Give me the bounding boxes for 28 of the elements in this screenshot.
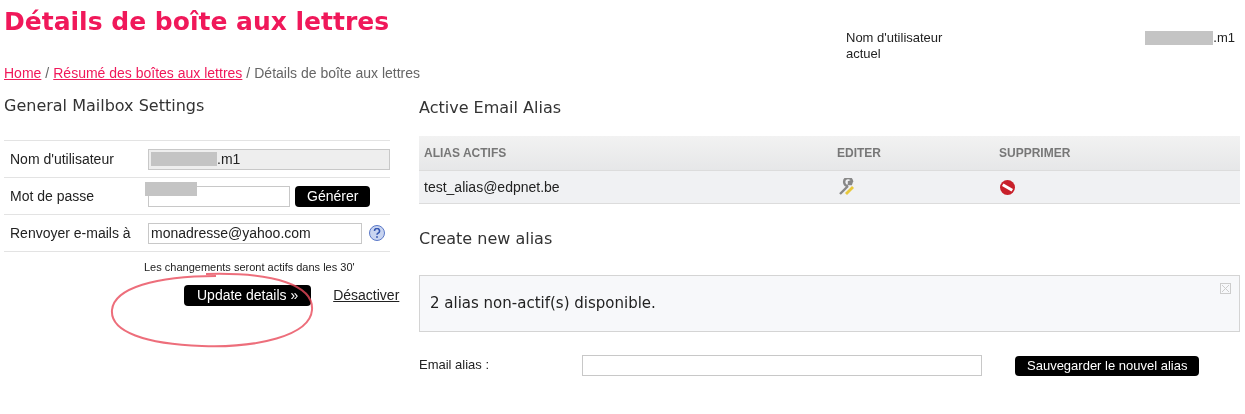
info-note: Les changements seront actifs dans les 30' [144,260,356,275]
field-label: Renvoyer e-mails à [10,223,132,243]
column-header: EDITER [837,145,882,162]
save-alias-button[interactable]: Sauvegarder le nouvel alias [1015,355,1200,376]
section-heading: General Mailbox Settings [4,95,206,117]
section-heading: Active Email Alias [419,97,563,119]
info-message: 2 alias non-actif(s) disponible. [430,293,656,315]
deactivate-link[interactable]: Désactiver [333,284,400,306]
breadcrumb-link[interactable]: Résumé des boîtes aux lettres [53,65,243,81]
input-field[interactable]: monadresse@yahoo.com [148,222,362,244]
field-label: Nom d'utilisateur [10,149,115,169]
field-value: .m1 [217,149,241,169]
field-label: Email alias : [419,356,491,374]
current-user-label: Nom d'utilisateur actuel [846,30,944,63]
field-value: monadresse@yahoo.com [151,223,311,243]
breadcrumb-separator: / [246,65,251,81]
section-heading: Create new alias [419,228,554,250]
column-header: SUPPRIMER [999,145,1072,162]
table-cell-text: test_alias@edpnet.be [423,177,561,197]
current-user-value: .m1 [1213,29,1235,48]
update-details-button[interactable]: Update details » [184,284,312,306]
breadcrumb-separator: / [45,65,50,81]
breadcrumb-current: Détails de boîte aux lettres [254,65,420,81]
page-title: Détails de boîte aux lettres [4,7,391,37]
field-label: Mot de passe [10,186,96,206]
column-header: ALIAS ACTIFS [423,145,508,162]
breadcrumb-link[interactable]: Home [4,65,42,81]
generate-button[interactable]: Générer [295,185,371,207]
